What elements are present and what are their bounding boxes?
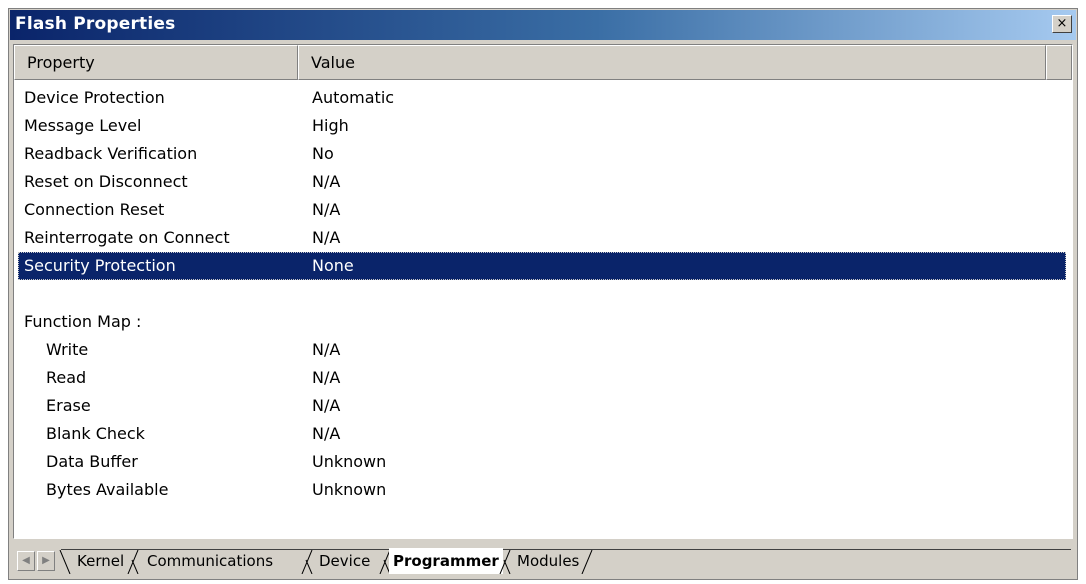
function-name: Write [46, 340, 89, 359]
function-value: N/A [312, 340, 341, 359]
tab-label: Modules [517, 552, 580, 570]
function-value: Unknown [312, 452, 387, 471]
flash-properties-window: Flash Properties × Property Value Device… [8, 8, 1078, 580]
properties-list[interactable]: Property Value Device Protection Automat… [13, 44, 1073, 539]
window-title: Flash Properties [15, 14, 176, 34]
tab-divider [499, 550, 511, 574]
property-name: Security Protection [24, 256, 176, 275]
property-row-readback-verification[interactable]: Readback Verification No [14, 140, 1072, 168]
tab-communications[interactable]: Communications [147, 548, 273, 574]
close-button[interactable]: × [1052, 15, 1072, 33]
blank-row [14, 280, 1072, 308]
property-name: Reinterrogate on Connect [24, 228, 230, 247]
tab-programmer[interactable]: Programmer [389, 548, 503, 574]
function-row-blank-check[interactable]: Blank Check N/A [14, 420, 1072, 448]
function-value: N/A [312, 368, 341, 387]
function-value: Unknown [312, 480, 387, 499]
function-name: Bytes Available [46, 480, 169, 499]
property-value: High [312, 116, 349, 135]
property-row-device-protection[interactable]: Device Protection Automatic [14, 84, 1072, 112]
function-row-write[interactable]: Write N/A [14, 336, 1072, 364]
property-row-reinterrogate-on-connect[interactable]: Reinterrogate on Connect N/A [14, 224, 1072, 252]
property-name: Device Protection [24, 88, 165, 107]
property-name: Reset on Disconnect [24, 172, 188, 191]
function-row-erase[interactable]: Erase N/A [14, 392, 1072, 420]
tab-scroll-right-button[interactable]: ▶ [37, 551, 55, 571]
tab-divider [581, 550, 593, 574]
tab-label: Communications [147, 552, 274, 570]
property-name: Readback Verification [24, 144, 198, 163]
property-value: None [312, 256, 354, 275]
function-row-read[interactable]: Read N/A [14, 364, 1072, 392]
property-value: Automatic [312, 88, 395, 107]
column-header-value[interactable]: Value [298, 45, 1046, 80]
title-bar[interactable]: Flash Properties × [10, 10, 1076, 40]
sheet-tab-bar: ◀ ▶ Kernel Communications Device Program… [13, 548, 1073, 576]
property-rows: Device Protection Automatic Message Leve… [14, 84, 1072, 504]
list-header: Property Value [14, 45, 1072, 80]
column-header-value-label: Value [311, 53, 355, 72]
column-header-filler [1046, 45, 1072, 80]
close-icon: × [1056, 16, 1068, 31]
tab-device[interactable]: Device [319, 548, 370, 574]
property-row-connection-reset[interactable]: Connection Reset N/A [14, 196, 1072, 224]
chevron-left-icon: ◀ [22, 555, 30, 566]
function-name: Erase [46, 396, 91, 415]
column-header-property-label: Property [27, 53, 95, 72]
function-row-data-buffer[interactable]: Data Buffer Unknown [14, 448, 1072, 476]
property-name: Connection Reset [24, 200, 165, 219]
column-header-property[interactable]: Property [14, 45, 298, 80]
property-value: N/A [312, 200, 341, 219]
function-row-bytes-available[interactable]: Bytes Available Unknown [14, 476, 1072, 504]
chevron-right-icon: ▶ [42, 555, 50, 566]
function-map-heading: Function Map : [24, 312, 142, 331]
property-name: Message Level [24, 116, 142, 135]
tab-kernel[interactable]: Kernel [77, 548, 124, 574]
tab-scroll-left-button[interactable]: ◀ [17, 551, 35, 571]
property-value: N/A [312, 228, 341, 247]
property-value: N/A [312, 172, 341, 191]
tab-label: Device [319, 552, 371, 570]
function-map-heading-row[interactable]: Function Map : [14, 308, 1072, 336]
property-row-reset-on-disconnect[interactable]: Reset on Disconnect N/A [14, 168, 1072, 196]
function-name: Blank Check [46, 424, 145, 443]
property-row-message-level[interactable]: Message Level High [14, 112, 1072, 140]
tab-modules[interactable]: Modules [517, 548, 579, 574]
tab-label: Programmer [393, 552, 499, 570]
function-name: Read [46, 368, 87, 387]
function-value: N/A [312, 396, 341, 415]
function-name: Data Buffer [46, 452, 138, 471]
tab-divider [127, 550, 139, 574]
tab-label: Kernel [77, 552, 125, 570]
tab-divider [59, 550, 71, 574]
property-row-security-protection[interactable]: Security Protection None [18, 252, 1066, 280]
tab-divider [301, 550, 313, 574]
function-value: N/A [312, 424, 341, 443]
property-value: No [312, 144, 334, 163]
